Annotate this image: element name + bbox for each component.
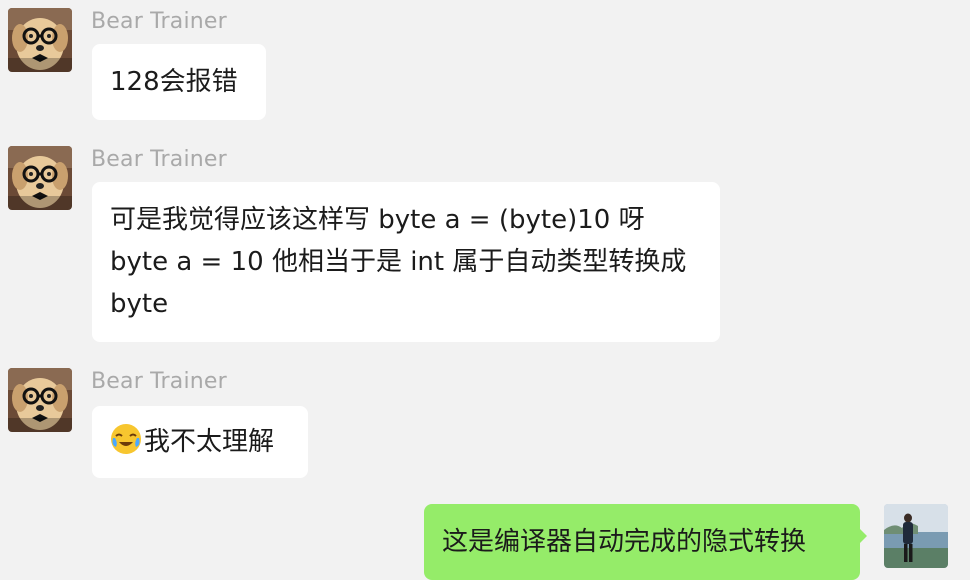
message-bubble[interactable]: 128会报错	[92, 44, 266, 120]
sender-name: Bear Trainer	[91, 147, 227, 172]
message-text-line: byte	[110, 289, 169, 319]
message-bubble[interactable]: 可是我觉得应该这样写 byte a = (byte)10 呀 byte a = …	[92, 182, 720, 342]
message-text-line: byte a = 10 他相当于是 int 属于自动类型转换成	[110, 247, 687, 277]
outgoing-message-bubble[interactable]: 这是编译器自动完成的隐式转换	[424, 504, 867, 580]
dog-with-glasses-icon	[8, 368, 72, 432]
avatar[interactable]	[8, 146, 72, 210]
avatar[interactable]	[8, 368, 72, 432]
dog-with-glasses-icon	[8, 8, 72, 72]
message-bubble[interactable]: 我不太理解	[92, 406, 308, 478]
bubble-tail	[859, 528, 867, 544]
message-text-line: 可是我觉得应该这样写 byte a = (byte)10 呀	[110, 205, 645, 235]
avatar[interactable]	[8, 8, 72, 72]
sender-name: Bear Trainer	[91, 9, 227, 34]
message-text: 128会报错	[110, 67, 238, 97]
my-avatar[interactable]	[884, 504, 948, 568]
message-text: 我不太理解	[144, 427, 275, 457]
crying-laughing-emoji-icon	[111, 424, 141, 454]
message-text-line: 我不太理解	[110, 421, 288, 463]
dog-with-glasses-icon	[8, 146, 72, 210]
person-by-lake-icon	[884, 504, 948, 568]
outgoing-message-text: 这是编译器自动完成的隐式转换	[442, 527, 807, 557]
sender-name: Bear Trainer	[91, 369, 227, 394]
